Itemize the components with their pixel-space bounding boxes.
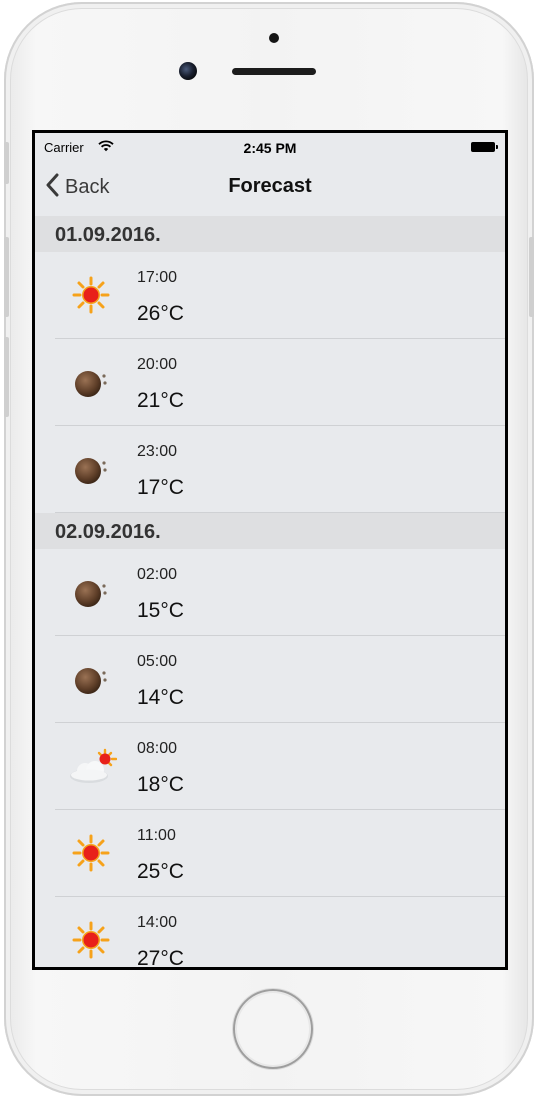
forecast-row[interactable]: 11:00 25°C xyxy=(35,810,505,897)
page-title: Forecast xyxy=(228,175,312,197)
power-button xyxy=(529,237,534,317)
night-icon xyxy=(71,449,111,489)
night-icon xyxy=(71,362,111,402)
forecast-time: 20:00 xyxy=(137,356,178,373)
section-header-date: 01.09.2016. xyxy=(35,216,505,252)
volume-up-button xyxy=(4,237,9,317)
cloud-sun-icon xyxy=(67,746,118,786)
forecast-time: 14:00 xyxy=(137,914,178,931)
navigation-bar: Back Forecast xyxy=(35,159,505,216)
forecast-time: 02:00 xyxy=(137,566,178,583)
section-header-date: 02.09.2016. xyxy=(35,513,505,549)
forecast-temperature: 26°C xyxy=(137,302,184,325)
forecast-temperature: 18°C xyxy=(137,773,184,796)
volume-down-button xyxy=(4,337,9,417)
app-display: Carrier 2:45 PM Back Forecast 01.09.2016… xyxy=(35,133,505,967)
forecast-temperature: 27°C xyxy=(137,947,184,967)
status-time: 2:45 PM xyxy=(243,140,297,156)
mute-switch xyxy=(4,142,9,184)
sun-icon xyxy=(71,833,111,873)
forecast-time: 05:00 xyxy=(137,653,178,670)
forecast-row[interactable]: 14:00 27°C xyxy=(35,897,505,967)
forecast-time: 17:00 xyxy=(137,269,178,286)
front-sensor xyxy=(269,33,279,43)
forecast-temperature: 17°C xyxy=(137,476,184,499)
forecast-row[interactable]: 20:00 21°C xyxy=(35,339,505,426)
status-bar: Carrier 2:45 PM xyxy=(35,133,505,159)
forecast-row[interactable]: 02:00 15°C xyxy=(35,549,505,636)
phone-screen: Carrier 2:45 PM Back Forecast 01.09.2016… xyxy=(32,130,508,970)
forecast-time: 11:00 xyxy=(137,827,176,844)
forecast-list[interactable]: 01.09.2016. 17:00 26°C 20:00 21°C 23:00 … xyxy=(35,216,505,967)
forecast-row[interactable]: 23:00 17°C xyxy=(35,426,505,513)
front-camera xyxy=(179,62,197,80)
forecast-temperature: 15°C xyxy=(137,599,184,622)
row-divider xyxy=(55,512,505,513)
sun-icon xyxy=(71,275,111,315)
sun-icon xyxy=(71,920,111,960)
forecast-row[interactable]: 05:00 14°C xyxy=(35,636,505,723)
battery-icon xyxy=(471,142,498,152)
forecast-temperature: 14°C xyxy=(137,686,184,709)
forecast-temperature: 21°C xyxy=(137,389,184,412)
night-icon xyxy=(71,659,111,699)
forecast-temperature: 25°C xyxy=(137,860,184,883)
forecast-time: 23:00 xyxy=(137,443,178,460)
earpiece-speaker xyxy=(232,68,316,75)
home-button[interactable] xyxy=(233,989,313,1069)
night-icon xyxy=(71,572,111,612)
forecast-row[interactable]: 17:00 26°C xyxy=(35,252,505,339)
forecast-time: 08:00 xyxy=(137,740,178,757)
forecast-row[interactable]: 08:00 18°C xyxy=(35,723,505,810)
